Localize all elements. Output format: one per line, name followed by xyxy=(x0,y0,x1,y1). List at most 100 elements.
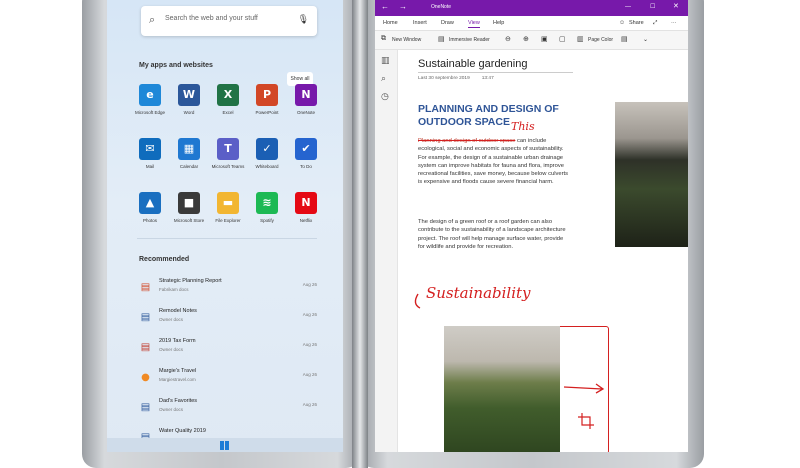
recommended-title: Margie's Travel xyxy=(159,368,197,374)
tab-draw[interactable]: Draw xyxy=(441,20,454,26)
chevron-down-icon[interactable]: ⌄ xyxy=(643,36,648,43)
teams-icon: T xyxy=(217,138,239,160)
app-label: To Do xyxy=(300,164,312,169)
zoom-out-icon[interactable]: ⊖ xyxy=(505,35,511,43)
page-width-icon[interactable]: ▣ xyxy=(541,35,548,43)
store-icon: ■ xyxy=(178,192,200,214)
page-color-button[interactable]: Page Color xyxy=(588,37,613,43)
website-icon: ● xyxy=(141,372,150,383)
microphone-icon[interactable]: 🎙︎ xyxy=(298,14,309,25)
spotify-icon: ≋ xyxy=(256,192,278,214)
app-netflix[interactable]: N Netflix xyxy=(283,192,329,223)
recommended-subtitle: Owner docs xyxy=(159,407,184,412)
expand-icon[interactable]: ⤢ xyxy=(653,20,657,27)
page-color-icon: ▥ xyxy=(577,36,584,43)
minimize-icon[interactable]: — xyxy=(625,4,631,10)
recommended-subtitle: Owner docs xyxy=(159,317,184,322)
garden-photo[interactable] xyxy=(444,326,560,452)
recommended-item[interactable]: ▤ Remodel Notes Owner docs Aug 26 xyxy=(137,306,317,332)
photos-icon: ▲ xyxy=(139,192,161,214)
recommended-date: Aug 26 xyxy=(302,372,317,377)
notebooks-icon[interactable]: ▥ xyxy=(381,56,390,66)
tab-insert[interactable]: Insert xyxy=(413,20,427,26)
paragraph-1[interactable]: Planning and design of outdoor space can… xyxy=(418,137,570,187)
immersive-reader-icon: ▤ xyxy=(438,36,445,43)
app-label: OneNote xyxy=(296,110,315,115)
recommended-subtitle: Fabrikam docs xyxy=(159,287,189,292)
search-box[interactable]: ⌕ Search the web and your stuff 🎙︎ xyxy=(141,6,317,36)
title-underline xyxy=(418,72,573,73)
title-bar: ← → OneNote — ☐ ✕ xyxy=(375,0,688,16)
recommended-date: Aug 26 xyxy=(302,282,317,287)
recent-icon[interactable]: ◷ xyxy=(381,92,389,102)
recommended-item[interactable]: ▤ Strategic Planning Report Fabrikam docs A… xyxy=(137,276,317,302)
ribbon-tabs: Home Insert Draw View Help ☺ Share ⤢ ··· xyxy=(375,16,688,31)
tab-help[interactable]: Help xyxy=(493,20,504,26)
emoji-icon[interactable]: ☺ xyxy=(619,20,625,26)
ribbon-toolbar: ⧉ New Window ▤ Immersive Reader ⊖ ⊕ ▣ ▢ … xyxy=(375,31,688,50)
note-page[interactable]: Sustainable gardening Last 30 septembre … xyxy=(398,50,688,452)
recommended-date: Aug 26 xyxy=(302,312,317,317)
divider xyxy=(137,238,317,239)
share-button[interactable]: Share xyxy=(629,20,644,26)
search-icon: ⌕ xyxy=(149,14,156,26)
taskbar xyxy=(107,438,343,452)
mail-icon: ✉ xyxy=(139,138,161,160)
rule-lines-icon[interactable]: ▤ xyxy=(621,35,628,43)
ink-arrow xyxy=(563,383,605,429)
recommended-subtitle: Owner docs xyxy=(159,347,184,352)
app-todo[interactable]: ✔ To Do xyxy=(283,138,329,169)
search-icon[interactable]: ⌕ xyxy=(381,74,386,84)
forward-arrow-icon[interactable]: → xyxy=(399,2,407,11)
page-icon[interactable]: ▢ xyxy=(559,35,566,43)
tab-view[interactable]: View xyxy=(468,20,480,28)
document-file-icon: ▤ xyxy=(140,312,151,323)
back-arrow-icon[interactable]: ← xyxy=(381,2,389,11)
ink-annotation-this: This xyxy=(511,120,535,133)
recommended-title: Dad's Favorites xyxy=(159,398,198,404)
page-title[interactable]: Sustainable gardening xyxy=(418,58,527,70)
struck-text: Planning and design of outdoor space xyxy=(418,138,516,144)
recommended-item[interactable]: ▤ Dad's Favorites Owner docs Aug 26 xyxy=(137,396,317,422)
document-file-icon: ▤ xyxy=(140,402,151,413)
page-date: Last 30 septembre 2019 13:47 xyxy=(418,76,494,81)
tab-home[interactable]: Home xyxy=(383,20,398,26)
more-icon[interactable]: ··· xyxy=(671,20,677,26)
search-placeholder: Search the web and your stuff xyxy=(165,15,258,22)
paragraph-2[interactable]: The design of a green roof or a roof gar… xyxy=(418,218,570,251)
app-label: Netflix xyxy=(299,218,313,223)
seedlings-photo[interactable] xyxy=(615,102,688,247)
onenote-window: ← → OneNote — ☐ ✕ Home Insert Draw View … xyxy=(375,0,688,452)
word-icon: W xyxy=(178,84,200,106)
recommended-item[interactable]: ▤ 2019 Tax Form Owner docs Aug 26 xyxy=(137,336,317,362)
powerpoint-file-icon: ▤ xyxy=(140,282,151,293)
recommended-date: Aug 26 xyxy=(302,402,317,407)
app-onenote[interactable]: N OneNote xyxy=(283,84,329,115)
powerpoint-icon: P xyxy=(256,84,278,106)
new-window-button[interactable]: New Window xyxy=(392,37,421,43)
new-window-icon: ⧉ xyxy=(381,35,386,42)
recommended-title: Strategic Planning Report xyxy=(159,278,222,284)
whiteboard-icon: ✓ xyxy=(256,138,278,160)
zoom-in-icon[interactable]: ⊕ xyxy=(523,35,529,43)
recommended-subtitle: Margiestravel.com xyxy=(159,377,196,382)
close-icon[interactable]: ✕ xyxy=(673,2,679,10)
app-title: OneNote xyxy=(431,4,452,10)
todo-icon: ✔ xyxy=(295,138,317,160)
recommended-title: Water Quality 2019 xyxy=(159,428,206,434)
calendar-icon: ▦ xyxy=(178,138,200,160)
recommended-section-title: Recommended xyxy=(139,256,190,263)
ink-sustainability: Sustainability xyxy=(414,284,531,309)
note-heading[interactable]: PLANNING AND DESIGN OF OUTDOOR SPACE xyxy=(418,103,568,129)
edge-icon: e xyxy=(139,84,161,106)
file-explorer-icon: ▬ xyxy=(217,192,239,214)
navigation-sidebar: ▥ ⌕ ◷ xyxy=(375,50,398,452)
recommended-date: Aug 26 xyxy=(302,342,317,347)
recommended-title: Remodel Notes xyxy=(159,308,197,314)
windows-start-icon[interactable] xyxy=(220,441,229,450)
immersive-reader-button[interactable]: Immersive Reader xyxy=(449,37,490,43)
onenote-icon: N xyxy=(295,84,317,106)
maximize-icon[interactable]: ☐ xyxy=(650,3,655,10)
apps-section-title: My apps and websites xyxy=(139,62,213,69)
recommended-item[interactable]: ● Margie's Travel Margiestravel.com Aug 26 xyxy=(137,366,317,392)
